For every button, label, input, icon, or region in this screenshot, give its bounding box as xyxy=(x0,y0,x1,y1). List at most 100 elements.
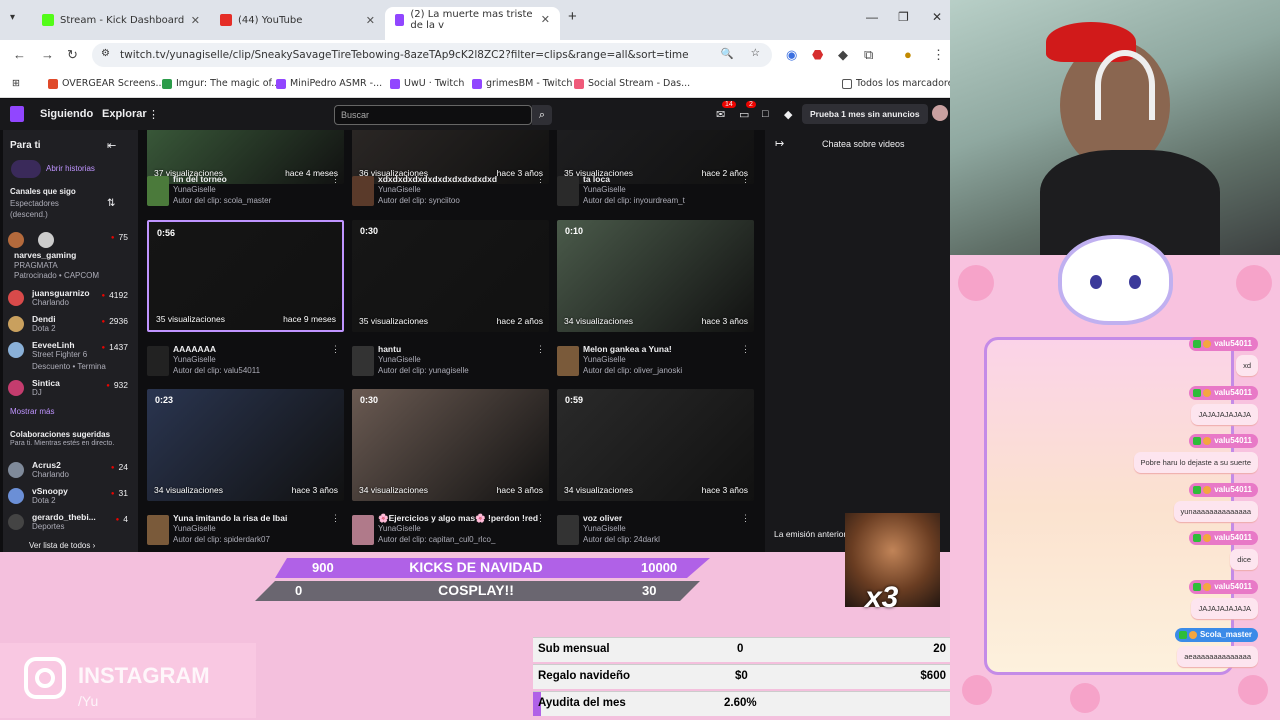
bits-icon[interactable]: ◆ xyxy=(784,108,792,121)
show-more-link[interactable]: Mostrar más xyxy=(10,407,54,416)
prime-button[interactable]: Prueba 1 mes sin anuncios xyxy=(802,104,928,124)
extension-icon[interactable]: ◉ xyxy=(786,47,797,63)
clip-menu-icon[interactable]: ⋮ xyxy=(331,174,340,185)
bookmark-item[interactable]: MiniPedro ASMR -... xyxy=(276,78,382,89)
inbox-icon[interactable]: ✉ xyxy=(716,108,725,121)
channel-game: DJ xyxy=(32,388,42,397)
channel-thumbnail[interactable] xyxy=(352,515,374,545)
sidebar-collab[interactable]: gerardo_thebi... Deportes 4 xyxy=(8,512,128,536)
clip-menu-icon[interactable]: ⋮ xyxy=(536,344,545,355)
stories-avatar[interactable] xyxy=(11,160,41,178)
notifications-icon[interactable]: ▭ xyxy=(739,108,749,121)
clip-title[interactable]: Melon gankea a Yuna! xyxy=(583,344,743,354)
channel-thumbnail[interactable] xyxy=(147,176,169,206)
clip-thumbnail[interactable]: 0:10 34 visualizaciones hace 3 años xyxy=(557,220,754,332)
more-icon[interactable]: ⋮ xyxy=(148,108,159,121)
bookmark-star-icon[interactable]: ☆ xyxy=(751,47,760,59)
channel-name: vSnoopy xyxy=(32,486,68,496)
channel-thumbnail[interactable] xyxy=(557,346,579,376)
bookmark-item[interactable]: grimesBM - Twitch xyxy=(472,78,572,89)
stories-link[interactable]: Abrir historias xyxy=(46,164,95,173)
site-info-icon[interactable]: ⚙ xyxy=(101,48,110,59)
search-icon[interactable]: ⌕ xyxy=(532,105,552,125)
sidebar-channel[interactable]: EeveeLinh Street Fighter 6 1437 xyxy=(8,340,128,364)
search-input[interactable]: Buscar xyxy=(334,105,532,125)
tab-search-dropdown-icon[interactable]: ▾ xyxy=(10,12,15,23)
clip-thumbnail[interactable]: 0:23 34 visualizaciones hace 3 años xyxy=(147,389,344,501)
bookmark-item[interactable]: UwU · Twitch xyxy=(390,78,464,89)
adblock-icon[interactable]: ⬣ xyxy=(812,47,823,63)
clip-title[interactable]: fin del torneo xyxy=(173,174,333,184)
user-avatar[interactable] xyxy=(932,105,948,121)
channel-thumbnail[interactable] xyxy=(147,515,169,545)
back-icon[interactable]: ← xyxy=(13,47,26,62)
new-tab-button[interactable]: + xyxy=(568,8,577,25)
clip-thumbnail[interactable]: 0:59 34 visualizaciones hace 3 años xyxy=(557,389,754,501)
minimize-button[interactable]: — xyxy=(866,10,878,24)
view-all-link[interactable]: Ver lista de todos › xyxy=(29,541,95,550)
nav-browse[interactable]: Explorar xyxy=(102,108,147,120)
sidebar-channel[interactable]: Sintica DJ 932 xyxy=(8,378,128,402)
close-tab-icon[interactable]: ✕ xyxy=(366,14,375,27)
youtube-icon xyxy=(220,14,232,26)
clip-title[interactable]: AAAAAAA xyxy=(173,344,333,354)
sub-goals-table: Sub mensual 0 20 Regalo navideño $0 $600… xyxy=(533,637,950,717)
sidebar-collab[interactable]: vSnoopy Dota 2 31 xyxy=(8,486,128,510)
bookmark-item[interactable]: Social Stream - Das... xyxy=(574,78,690,89)
forward-icon[interactable]: → xyxy=(41,47,54,62)
clip-menu-icon[interactable]: ⋮ xyxy=(331,513,340,524)
nav-following[interactable]: Siguiendo xyxy=(40,108,93,120)
channel-thumbnail[interactable] xyxy=(557,176,579,206)
close-tab-icon[interactable]: ✕ xyxy=(191,14,200,27)
clip-title[interactable]: hantu xyxy=(378,344,538,354)
channel-thumbnail[interactable] xyxy=(352,176,374,206)
clip-thumbnail[interactable]: 0:30 34 visualizaciones hace 3 años xyxy=(352,389,549,501)
extensions-puzzle-icon[interactable]: ⧉ xyxy=(864,47,873,63)
tab-youtube[interactable]: (44) YouTube ✕ xyxy=(210,7,385,33)
channel-thumbnail[interactable] xyxy=(352,346,374,376)
apps-grid-icon[interactable]: ⊞ xyxy=(12,78,20,89)
clip-title[interactable]: 🌸Ejercicios y algo mas🌸 !perdon !rede... xyxy=(378,513,538,524)
clip-menu-icon[interactable]: ⋮ xyxy=(741,174,750,185)
whispers-icon[interactable]: □ xyxy=(762,108,769,120)
url-field[interactable]: ⚙ twitch.tv/yunagiselle/clip/SneakySavag… xyxy=(92,43,772,67)
twitch-logo-icon[interactable] xyxy=(10,106,24,122)
goal-top-left: 900 xyxy=(312,560,334,575)
profile-avatar[interactable]: ● xyxy=(904,47,912,62)
close-tab-icon[interactable]: ✕ xyxy=(541,13,550,26)
goal-top-title: KICKS DE NAVIDAD xyxy=(409,559,543,575)
sidebar-channel[interactable]: Dendi Dota 2 2936 xyxy=(8,314,128,338)
bookmark-item[interactable]: OVERGEAR Screens... xyxy=(48,78,165,89)
clip-views: 34 visualizaciones xyxy=(154,485,223,495)
clip-menu-icon[interactable]: ⋮ xyxy=(536,513,545,524)
clip-title[interactable]: xdxdxdxdxdxdxdxdxdxdxdxd xyxy=(378,174,538,184)
sort-icon[interactable]: ⇅ xyxy=(107,198,115,209)
sidebar-channel[interactable]: narves_gaming 75 xyxy=(8,230,128,260)
clip-menu-icon[interactable]: ⋮ xyxy=(741,513,750,524)
clip-title[interactable]: ta loca xyxy=(583,174,743,184)
tab-kick-dashboard[interactable]: Stream - Kick Dashboard ✕ xyxy=(32,7,210,33)
menu-kebab-icon[interactable]: ⋮ xyxy=(932,47,945,63)
clip-title[interactable]: voz oliver xyxy=(583,513,743,523)
clip-menu-icon[interactable]: ⋮ xyxy=(536,174,545,185)
clip-thumbnail[interactable]: 0:56 35 visualizaciones hace 9 meses xyxy=(147,220,344,332)
channel-name: Acrus2 xyxy=(32,460,61,470)
bookmark-item[interactable]: Imgur: The magic of... xyxy=(162,78,280,89)
clip-title[interactable]: Yuna imitando la risa de Ibai xyxy=(173,513,333,523)
close-window-button[interactable]: ✕ xyxy=(932,10,942,24)
clip-thumbnail[interactable]: 0:30 35 visualizaciones hace 2 años xyxy=(352,220,549,332)
zoom-icon[interactable]: 🔍 xyxy=(721,47,734,60)
extension-icon-2[interactable]: ◆ xyxy=(838,47,848,63)
clip-menu-icon[interactable]: ⋮ xyxy=(741,344,750,355)
restore-button[interactable]: ❐ xyxy=(898,10,909,24)
sidebar-channel[interactable]: juansguarnizo Charlando 4192 xyxy=(8,288,128,312)
tab-twitch-active[interactable]: (2) La muerte mas triste de la v ✕ xyxy=(385,7,560,40)
collapse-icon[interactable]: ⇤ xyxy=(107,139,116,152)
reload-icon[interactable]: ↻ xyxy=(67,47,78,63)
channel-thumbnail[interactable] xyxy=(147,346,169,376)
all-bookmarks[interactable]: Todos los marcadores xyxy=(842,78,950,89)
channel-thumbnail[interactable] xyxy=(557,515,579,545)
clip-menu-icon[interactable]: ⋮ xyxy=(331,344,340,355)
expand-chat-icon[interactable]: ↦ xyxy=(775,137,784,150)
sidebar-collab[interactable]: Acrus2 Charlando 24 xyxy=(8,460,128,484)
